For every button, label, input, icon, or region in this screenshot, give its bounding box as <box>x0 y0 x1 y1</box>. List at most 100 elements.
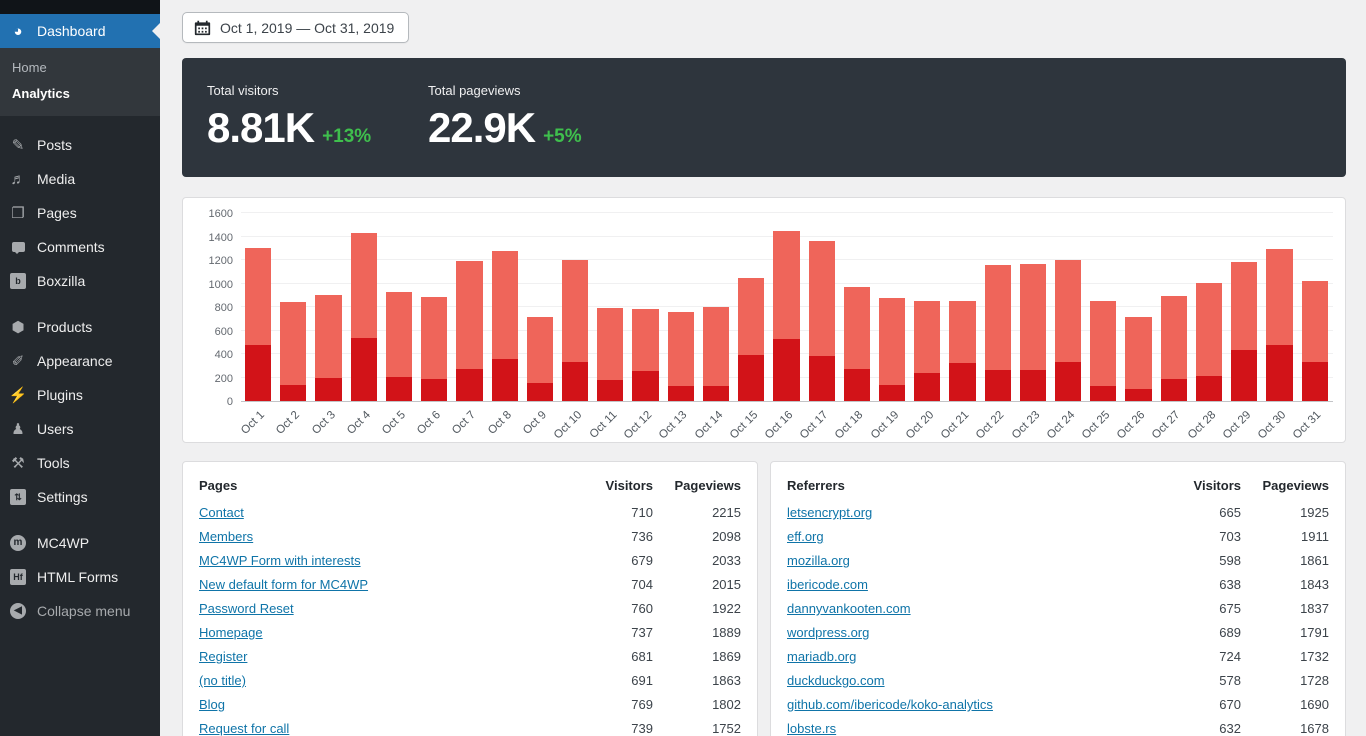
sidebar-item-collapse-menu[interactable]: ◀Collapse menu <box>0 594 160 628</box>
visitors-count: 578 <box>1153 673 1241 688</box>
x-axis-label: Oct 6 <box>415 409 443 437</box>
bar-group-oct-5: Oct 5 <box>382 214 417 401</box>
sidebar-item-boxzilla[interactable]: bBoxzilla <box>0 264 160 298</box>
bar-group-oct-21: Oct 21 <box>945 214 980 401</box>
pageviews-count: 1911 <box>1241 529 1329 544</box>
visitors-count: 710 <box>565 505 653 520</box>
page-link[interactable]: (no title) <box>199 673 246 688</box>
referrers-table-title: Referrers <box>787 478 1153 493</box>
pageviews-count: 2215 <box>653 505 741 520</box>
sidebar-item-tools[interactable]: ⚒Tools <box>0 446 160 480</box>
sidebar-item-products[interactable]: ⬢Products <box>0 310 160 344</box>
admin-bar <box>0 0 160 14</box>
visitors-bar <box>315 378 341 402</box>
page-link[interactable]: Members <box>199 529 253 544</box>
page-link[interactable]: Request for call <box>199 721 289 736</box>
referrer-link[interactable]: letsencrypt.org <box>787 505 872 520</box>
bar-group-oct-11: Oct 11 <box>593 214 628 401</box>
x-axis-label: Oct 22 <box>974 409 1006 441</box>
visitors-bar <box>456 369 482 401</box>
x-axis-label: Oct 10 <box>552 409 584 441</box>
total-visitors-value: 8.81K <box>207 107 314 149</box>
chart-plot-area: Oct 1Oct 2Oct 3Oct 4Oct 5Oct 6Oct 7Oct 8… <box>241 214 1333 402</box>
pageviews-count: 1922 <box>653 601 741 616</box>
visitors-bar <box>949 363 975 401</box>
submenu-item-analytics[interactable]: Analytics <box>0 81 160 107</box>
sidebar-item-users[interactable]: ♟Users <box>0 412 160 446</box>
bar-group-oct-26: Oct 26 <box>1121 214 1156 401</box>
sidebar-item-plugins[interactable]: ⚡Plugins <box>0 378 160 412</box>
settings-icon: ⇅ <box>8 487 28 507</box>
visitors-bar <box>809 356 835 401</box>
tools-icon: ⚒ <box>8 453 28 473</box>
visitors-bar <box>597 380 623 401</box>
pages-table-card: Pages Visitors Pageviews Contact7102215M… <box>182 461 758 736</box>
visitors-bar <box>879 385 905 401</box>
sidebar-item-appearance[interactable]: ✐Appearance <box>0 344 160 378</box>
sidebar-item-label: Settings <box>37 489 88 505</box>
pages-icon: ❐ <box>8 203 28 223</box>
total-pageviews-change: +5% <box>543 126 582 148</box>
sidebar-item-pages[interactable]: ❐Pages <box>0 196 160 230</box>
total-visitors-label: Total visitors <box>207 83 428 98</box>
visitors-count: 670 <box>1153 697 1241 712</box>
bar-group-oct-22: Oct 22 <box>981 214 1016 401</box>
page-link[interactable]: Blog <box>199 697 225 712</box>
bar-group-oct-27: Oct 27 <box>1157 214 1192 401</box>
gridline <box>241 212 1333 213</box>
referrer-link[interactable]: eff.org <box>787 529 824 544</box>
sidebar-item-dashboard[interactable]: ◕Dashboard <box>0 14 160 48</box>
referrer-link[interactable]: lobste.rs <box>787 721 836 736</box>
visitors-count: 703 <box>1153 529 1241 544</box>
traffic-chart-card: 02004006008001000120014001600 Oct 1Oct 2… <box>182 197 1346 443</box>
pageviews-count: 1752 <box>653 721 741 736</box>
date-range-button[interactable]: Oct 1, 2019 — Oct 31, 2019 <box>182 12 409 43</box>
referrer-link[interactable]: github.com/ibericode/koko-analytics <box>787 697 993 712</box>
x-axis-label: Oct 15 <box>728 409 760 441</box>
x-axis-label: Oct 14 <box>692 409 724 441</box>
visitors-bar <box>985 370 1011 401</box>
visitors-bar <box>527 383 553 401</box>
referrer-link[interactable]: dannyvankooten.com <box>787 601 911 616</box>
page-link[interactable]: Password Reset <box>199 601 294 616</box>
sidebar-item-label: Plugins <box>37 387 83 403</box>
sidebar-item-label: Users <box>37 421 74 437</box>
table-row: letsencrypt.org6651925 <box>787 501 1329 525</box>
page-link[interactable]: MC4WP Form with interests <box>199 553 361 568</box>
table-row: eff.org 7031911 <box>787 525 1329 549</box>
page-link[interactable]: New default form for MC4WP <box>199 577 368 592</box>
total-pageviews-block: Total pageviews 22.9K +5% <box>428 83 649 149</box>
referrer-link[interactable]: ibericode.com <box>787 577 868 592</box>
bar-group-oct-31: Oct 31 <box>1298 214 1333 401</box>
referrer-link[interactable]: duckduckgo.com <box>787 673 885 688</box>
sidebar-item-mc4wp[interactable]: mMC4WP <box>0 526 160 560</box>
pageviews-count: 1869 <box>653 649 741 664</box>
page-link[interactable]: Homepage <box>199 625 263 640</box>
sidebar-item-settings[interactable]: ⇅ Settings <box>0 480 160 514</box>
sidebar-item-comments[interactable]: Comments <box>0 230 160 264</box>
x-axis-label: Oct 23 <box>1009 409 1041 441</box>
x-axis-label: Oct 20 <box>904 409 936 441</box>
referrer-link[interactable]: wordpress.org <box>787 625 869 640</box>
table-row: mariadb.org7241732 <box>787 645 1329 669</box>
admin-sidebar: ◕Dashboard HomeAnalytics ✎Posts♬Media❐Page… <box>0 0 160 736</box>
table-row: Members7362098 <box>199 525 741 549</box>
x-axis-label: Oct 19 <box>869 409 901 441</box>
y-axis-tick: 400 <box>215 349 233 361</box>
page-link[interactable]: Contact <box>199 505 244 520</box>
referrer-link[interactable]: mariadb.org <box>787 649 856 664</box>
visitors-bar <box>1266 345 1292 401</box>
y-axis-tick: 200 <box>215 373 233 385</box>
visitors-count: 769 <box>565 697 653 712</box>
bar-group-oct-2: Oct 2 <box>276 214 311 401</box>
page-link[interactable]: Register <box>199 649 247 664</box>
referrer-link[interactable]: mozilla.org <box>787 553 850 568</box>
table-row: MC4WP Form with interests6792033 <box>199 549 741 573</box>
visitors-bar <box>844 369 870 401</box>
sidebar-item-html-forms[interactable]: HfHTML Forms <box>0 560 160 594</box>
visitors-count: 724 <box>1153 649 1241 664</box>
visitors-count: 691 <box>565 673 653 688</box>
sidebar-item-media[interactable]: ♬Media <box>0 162 160 196</box>
sidebar-item-posts[interactable]: ✎Posts <box>0 128 160 162</box>
submenu-item-home[interactable]: Home <box>0 55 160 81</box>
